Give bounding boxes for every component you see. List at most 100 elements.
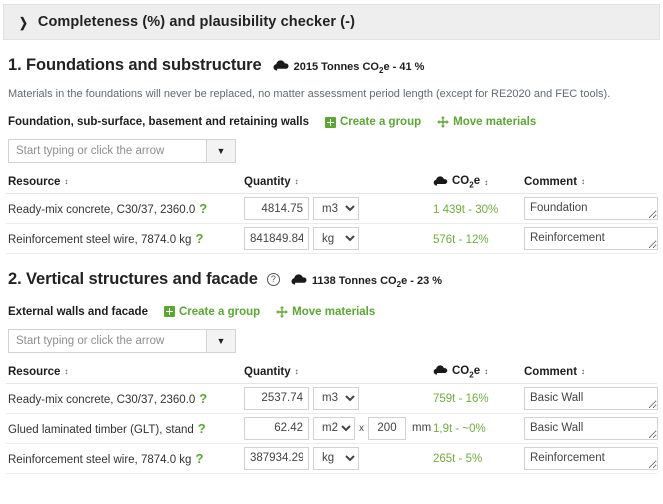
question-mark-icon[interactable]: ? <box>195 231 203 246</box>
quantity-input[interactable] <box>244 446 309 470</box>
help-icon[interactable]: ? <box>266 272 280 286</box>
cell-co2e: 576t - 12% <box>431 223 522 255</box>
cloud-icon <box>433 176 448 189</box>
cell-comment <box>522 193 658 225</box>
column-header-quantity-label: Quantity <box>244 176 291 189</box>
cell-resource: Glued laminated timber (GLT), stand? <box>6 413 242 444</box>
unit-select[interactable]: m3 <box>313 197 359 221</box>
resource-search-dropdown-button[interactable]: ▼ <box>206 328 236 353</box>
group-row: External walls and facade Create a group… <box>6 305 657 318</box>
question-mark-icon[interactable]: ? <box>195 451 203 466</box>
resource-search-dropdown-button[interactable]: ▼ <box>206 139 236 164</box>
co2e-value: 759t - 16% <box>433 393 489 406</box>
resource-search-combo[interactable]: ▼ <box>8 139 236 164</box>
group-name: External walls and facade <box>8 305 148 318</box>
resource-name: Glued laminated timber (GLT), stand <box>8 423 194 436</box>
move-materials-link[interactable]: Move materials <box>276 305 375 318</box>
question-mark-icon[interactable]: ? <box>199 391 207 406</box>
unit-select[interactable]: kg <box>313 446 359 470</box>
resource-name: Ready-mix concrete, C30/37, 2360.0 <box>8 204 196 217</box>
cell-co2e: 1,9t - ~0% <box>431 413 522 444</box>
move-arrows-icon <box>437 116 449 129</box>
sort-icon[interactable]: ↕ <box>295 178 299 186</box>
cell-resource: Ready-mix concrete, C30/37, 2360.0? <box>6 193 242 225</box>
comment-textarea[interactable] <box>524 446 658 470</box>
cell-quantity: kg <box>242 223 431 255</box>
co2e-value: 576t - 12% <box>433 233 489 246</box>
plus-square-icon <box>163 306 175 318</box>
resource-name: Reinforcement steel wire, 7874.0 kg <box>8 453 192 466</box>
resource-name: Reinforcement steel wire, 7874.0 kg <box>8 234 192 247</box>
comment-textarea[interactable] <box>524 416 658 440</box>
cell-resource: Ready-mix concrete, C30/37, 2360.0? <box>6 383 242 414</box>
create-a-group-link[interactable]: Create a group <box>163 305 261 318</box>
sort-icon[interactable]: ↕ <box>581 367 585 375</box>
comment-textarea[interactable] <box>524 386 658 410</box>
cloud-icon <box>273 60 289 74</box>
materials-table-header-row: Resource ↕ Quantity ↕ CO2e ↕ Comment ↕ <box>6 175 657 195</box>
materials-table-body: Ready-mix concrete, C30/37, 2360.0? m3 7… <box>6 383 658 474</box>
table-row: Glued laminated timber (GLT), stand? m2 … <box>6 413 658 444</box>
thickness-input[interactable] <box>368 416 406 440</box>
cloud-icon <box>291 274 307 288</box>
section-header: 1. Foundations and substructure 2015 Ton… <box>6 56 657 75</box>
create-a-group-label: Create a group <box>178 305 261 318</box>
quantity-input[interactable] <box>244 197 309 221</box>
chevron-down-icon: ▼ <box>216 146 226 157</box>
column-header-comment[interactable]: Comment ↕ <box>522 175 657 195</box>
column-header-resource[interactable]: Resource ↕ <box>6 175 242 195</box>
resource-search-combo[interactable]: ▼ <box>8 328 236 353</box>
column-header-co2e[interactable]: CO2e ↕ <box>431 364 522 384</box>
quantity-input[interactable] <box>244 386 309 410</box>
materials-table-header-row: Resource ↕ Quantity ↕ CO2e ↕ Comment ↕ <box>6 364 657 384</box>
table-row: Reinforcement steel wire, 7874.0 kg? kg … <box>6 443 658 474</box>
cell-co2e: 1 439t - 30% <box>431 193 522 225</box>
create-a-group-link[interactable]: Create a group <box>324 116 421 128</box>
cell-resource: Reinforcement steel wire, 7874.0 kg? <box>6 223 242 255</box>
column-header-resource-label: Resource <box>8 176 61 189</box>
unit-select[interactable]: m3 <box>313 386 359 410</box>
chevron-down-icon: ▼ <box>216 335 226 346</box>
question-mark-icon[interactable]: ? <box>198 421 206 436</box>
column-header-comment[interactable]: Comment ↕ <box>522 364 657 384</box>
column-header-co2e[interactable]: CO2e ↕ <box>431 175 522 195</box>
plus-square-icon <box>324 116 336 128</box>
sort-icon[interactable]: ↕ <box>484 178 488 186</box>
move-materials-link[interactable]: Move materials <box>437 116 536 128</box>
resource-search-input[interactable] <box>8 139 206 164</box>
material-section: 2. Vertical structures and facade ? 1138… <box>0 270 663 474</box>
column-header-quantity[interactable]: Quantity ↕ <box>242 364 431 384</box>
quantity-input[interactable] <box>244 227 309 251</box>
cell-quantity: m3 <box>242 383 431 414</box>
sort-icon[interactable]: ↕ <box>64 178 68 186</box>
co2e-value: 1,9t - ~0% <box>433 423 486 436</box>
sort-icon[interactable]: ↕ <box>295 367 299 375</box>
move-arrows-icon <box>276 305 288 318</box>
resource-search-input[interactable] <box>8 328 206 353</box>
sections-container: 1. Foundations and substructure 2015 Ton… <box>0 56 663 474</box>
column-header-resource[interactable]: Resource ↕ <box>6 364 242 384</box>
column-header-quantity-label: Quantity <box>244 365 291 378</box>
column-header-co2e-label: CO2e <box>452 175 481 190</box>
cell-comment <box>522 223 658 255</box>
cell-co2e: 759t - 16% <box>431 383 522 414</box>
question-mark-icon[interactable]: ? <box>199 201 207 216</box>
completeness-checker-bar[interactable]: ❯ Completeness (%) and plausibility chec… <box>3 4 660 40</box>
sort-icon[interactable]: ↕ <box>484 368 488 376</box>
move-materials-label: Move materials <box>453 116 537 129</box>
unit-select[interactable]: kg <box>313 227 359 251</box>
sort-icon[interactable]: ↕ <box>64 367 68 375</box>
quantity-input[interactable] <box>244 416 309 440</box>
resource-name: Ready-mix concrete, C30/37, 2360.0 <box>8 393 196 406</box>
column-header-quantity[interactable]: Quantity ↕ <box>242 175 431 195</box>
comment-textarea[interactable] <box>524 227 658 251</box>
sort-icon[interactable]: ↕ <box>581 178 585 186</box>
unit-select[interactable]: m2 <box>313 416 355 440</box>
multiply-symbol: x <box>359 422 364 434</box>
cell-comment <box>522 383 658 414</box>
column-header-comment-label: Comment <box>524 365 578 378</box>
cell-comment <box>522 413 658 444</box>
cloud-icon <box>433 365 448 378</box>
section-co2-summary: 2015 Tonnes CO2e - 41 % <box>293 61 425 76</box>
comment-textarea[interactable] <box>524 197 658 221</box>
